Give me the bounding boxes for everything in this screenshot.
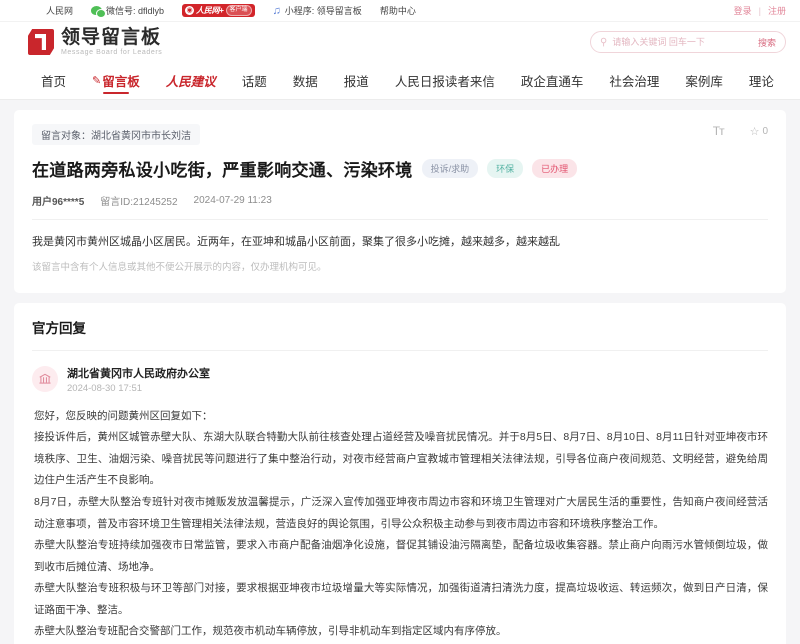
nav-item-social-governance[interactable]: 社会治理 bbox=[596, 62, 672, 99]
star-icon: ☆ bbox=[750, 125, 760, 138]
search-box[interactable]: ⚲ 搜索 bbox=[590, 31, 786, 53]
logo-text: 领导留言板 Message Board for Leaders bbox=[61, 28, 162, 56]
nav-item-data[interactable]: 数据 bbox=[280, 62, 331, 99]
reply-paragraph: 赤壁大队整治专班配合交警部门工作，规范夜市机动车辆停放，引导非机动车到指定区域内… bbox=[34, 621, 768, 643]
search-button[interactable]: 搜索 bbox=[758, 36, 776, 49]
nav-item-message-board-label: 留言板 bbox=[102, 71, 140, 90]
wechat-label: 微信号: dfldlyb bbox=[106, 4, 164, 17]
people-app-client-label: 客户端 bbox=[226, 5, 252, 16]
tag-topic[interactable]: 环保 bbox=[487, 159, 523, 178]
message-card: 留言对象：湖北省黄冈市市长刘洁 Tт ☆ 0 在道路两旁私设小吃街，严重影响交通… bbox=[14, 110, 786, 293]
font-size-icon: Tт bbox=[713, 124, 724, 138]
site-header: 领导留言板 Message Board for Leaders ⚲ 搜索 bbox=[0, 22, 800, 62]
message-body: 我是黄冈市黄州区城晶小区居民。近两年，在亚坤和城晶小区前面，聚集了很多小吃摊，越… bbox=[32, 232, 768, 253]
message-author: 用户96****5 bbox=[32, 193, 84, 208]
reply-paragraph: 您好，您反映的问题黄州区回复如下： bbox=[34, 406, 768, 428]
account-links: 登录 | 注册 bbox=[734, 4, 786, 17]
logo-title: 领导留言板 bbox=[61, 28, 162, 47]
tag-category[interactable]: 投诉/求助 bbox=[422, 159, 479, 178]
official-reply-heading: 官方回复 bbox=[32, 317, 768, 337]
reply-paragraph: 8月7日，赤壁大队整治专班针对夜市摊贩发放温馨提示，广泛深入宣传加强亚坤夜市周边… bbox=[34, 492, 768, 535]
nav-item-people-suggestions[interactable]: 人民建议 bbox=[153, 62, 229, 99]
status-badge: 已办理 bbox=[532, 159, 577, 178]
organization-info: 湖北省黄冈市人民政府办公室 2024-08-30 17:51 bbox=[67, 365, 210, 394]
reply-timestamp: 2024-08-30 17:51 bbox=[67, 383, 210, 394]
favorite-button[interactable]: ☆ 0 bbox=[750, 125, 768, 138]
message-card-header: 留言对象：湖北省黄冈市市长刘洁 Tт ☆ 0 bbox=[32, 124, 768, 145]
people-app-brand: 人民网+ bbox=[196, 5, 223, 16]
organization-name: 湖北省黄冈市人民政府办公室 bbox=[67, 365, 210, 381]
reply-paragraph: 赤壁大队整治专班持续加强夜市日常监管，要求入市商户配备油烟净化设施，督促其铺设油… bbox=[34, 535, 768, 578]
message-title-row: 在道路两旁私设小吃街，严重影响交通、污染环境 投诉/求助 环保 已办理 bbox=[32, 156, 768, 181]
wechat-icon bbox=[91, 6, 102, 15]
reply-paragraph: 赤壁大队整治专班积极与环卫等部门对接，要求根据亚坤夜市垃圾增量大等实际情况，加强… bbox=[34, 578, 768, 621]
government-building-icon bbox=[32, 366, 58, 392]
font-size-button[interactable]: Tт bbox=[713, 124, 724, 138]
responding-organization: 湖北省黄冈市人民政府办公室 2024-08-30 17:51 bbox=[32, 365, 768, 394]
official-reply-card: 官方回复 湖北省黄冈市人民政府办公室 2024-08-30 17:51 您好，您… bbox=[14, 303, 786, 644]
nav-item-case-library[interactable]: 案例库 bbox=[672, 62, 736, 99]
message-meta: 用户96****5 留言ID:21245252 2024-07-29 11:23 bbox=[32, 193, 768, 208]
main-nav: 首页 ✎留言板 人民建议 话题 数据 报道 人民日报读者来信 政企直通车 社会治… bbox=[0, 62, 800, 100]
nav-item-gov-business[interactable]: 政企直通车 bbox=[508, 62, 597, 99]
reply-body: 您好，您反映的问题黄州区回复如下： 接投诉件后，黄州区城管赤壁大队、东湖大队联合… bbox=[32, 406, 768, 644]
message-time: 2024-07-29 11:23 bbox=[194, 195, 272, 206]
top-utility-bar: 人民网 微信号: dfldlyb ◉ 人民网+ 客户端 ♫ 小程序: 领导留言板… bbox=[0, 0, 800, 22]
people-site-link[interactable]: 人民网 bbox=[46, 4, 73, 17]
app-download-link[interactable]: ◉ 人民网+ 客户端 bbox=[182, 4, 255, 17]
nav-item-theory[interactable]: 理论 bbox=[736, 62, 787, 99]
reply-paragraph: 接投诉件后，黄州区城管赤壁大队、东湖大队联合特勤大队前往核查处理占道经营及噪音扰… bbox=[34, 427, 768, 492]
account-separator: | bbox=[759, 6, 761, 16]
people-app-badge: ◉ 人民网+ 客户端 bbox=[182, 4, 255, 17]
register-link[interactable]: 注册 bbox=[768, 4, 786, 17]
message-divider bbox=[32, 219, 768, 220]
login-link[interactable]: 登录 bbox=[734, 4, 752, 17]
miniprogram-label: 小程序: 领导留言板 bbox=[285, 4, 362, 17]
nav-item-home[interactable]: 首页 bbox=[28, 62, 79, 99]
nav-item-reports[interactable]: 报道 bbox=[331, 62, 382, 99]
help-center-link[interactable]: 帮助中心 bbox=[380, 4, 416, 17]
miniprogram-link[interactable]: ♫ 小程序: 领导留言板 bbox=[273, 4, 362, 17]
message-privacy-note: 该留言中含有个人信息或其他不便公开展示的内容，仅办理机构可见。 bbox=[32, 259, 768, 277]
page-title: 在道路两旁私设小吃街，严重影响交通、污染环境 bbox=[32, 156, 413, 181]
page-content: 留言对象：湖北省黄冈市市长刘洁 Tт ☆ 0 在道路两旁私设小吃街，严重影响交通… bbox=[0, 100, 800, 644]
recipient-badge: 留言对象：湖北省黄冈市市长刘洁 bbox=[32, 124, 200, 145]
nav-item-reader-letters[interactable]: 人民日报读者来信 bbox=[382, 62, 508, 99]
search-input[interactable] bbox=[612, 37, 753, 47]
topbar-links: 人民网 微信号: dfldlyb ◉ 人民网+ 客户端 ♫ 小程序: 领导留言板… bbox=[14, 4, 416, 17]
search-icon: ⚲ bbox=[600, 37, 607, 48]
favorite-count: 0 bbox=[762, 126, 768, 137]
people-app-icon: ◉ bbox=[185, 6, 194, 15]
wechat-link[interactable]: 微信号: dfldlyb bbox=[91, 4, 164, 17]
site-logo[interactable]: 领导留言板 Message Board for Leaders bbox=[28, 28, 162, 56]
miniprogram-icon: ♫ bbox=[273, 5, 281, 17]
message-tools: Tт ☆ 0 bbox=[713, 124, 768, 138]
logo-subtitle: Message Board for Leaders bbox=[61, 49, 162, 56]
message-id: 留言ID:21245252 bbox=[100, 193, 177, 208]
logo-mark-icon bbox=[28, 29, 54, 55]
nav-item-message-board[interactable]: ✎留言板 bbox=[79, 62, 153, 99]
pencil-icon: ✎ bbox=[92, 74, 101, 87]
nav-item-topics[interactable]: 话题 bbox=[229, 62, 280, 99]
reply-divider bbox=[32, 350, 768, 351]
